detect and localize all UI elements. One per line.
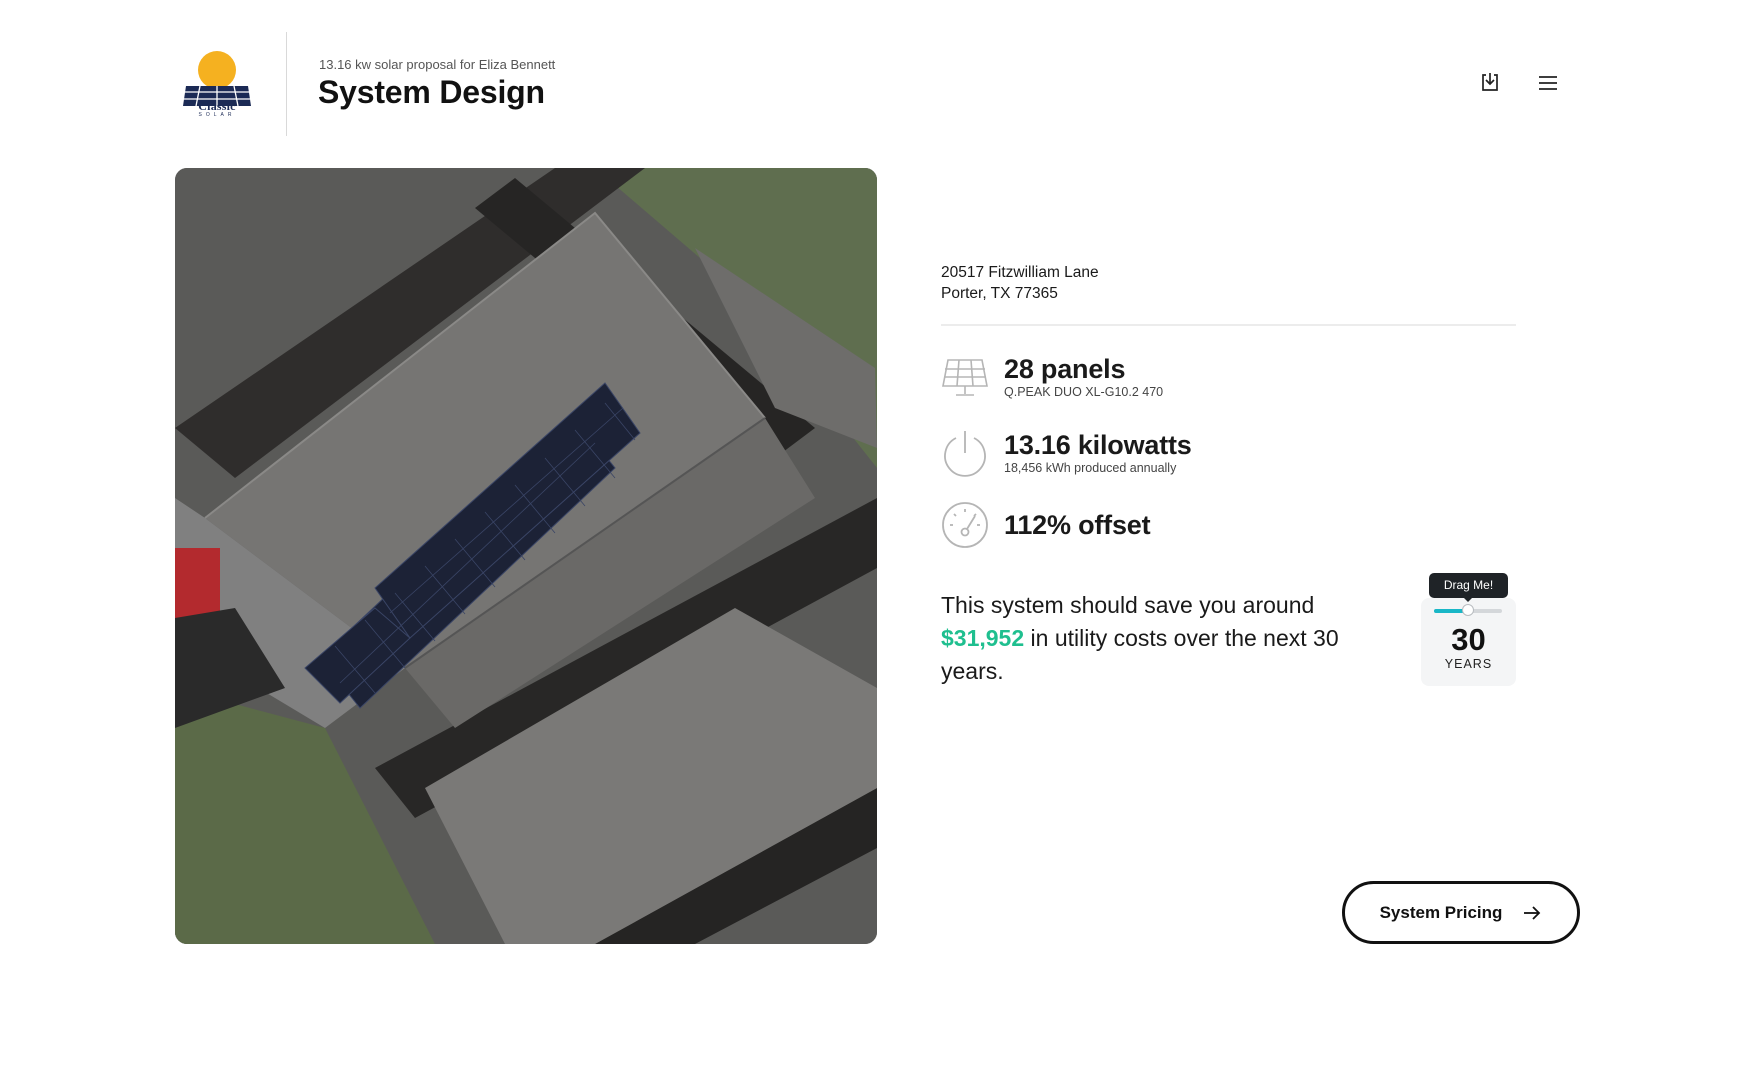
stat-offset: 112% offset: [940, 500, 1151, 550]
aerial-roof-image: [175, 168, 877, 944]
year-slider-thumb[interactable]: [1462, 604, 1474, 616]
offset-percent: 112% offset: [1004, 510, 1151, 540]
gauge-icon: [942, 502, 988, 548]
proposal-subtitle: 13.16 kw solar proposal for Eliza Bennet…: [319, 57, 556, 72]
stat-panels: 28 panels Q.PEAK DUO XL-G10.2 470: [940, 352, 1163, 402]
arrow-right-icon: [1522, 905, 1542, 921]
savings-statement: This system should save you around $31,9…: [941, 589, 1381, 688]
savings-prefix: This system should save you around: [941, 592, 1315, 618]
header-divider: [286, 32, 287, 136]
hamburger-menu-icon: [1539, 76, 1557, 90]
info-divider: [941, 324, 1516, 326]
address-line-2: Porter, TX 77365: [941, 285, 1058, 302]
annual-production: 18,456 kWh produced annually: [1004, 461, 1177, 475]
system-pricing-label: System Pricing: [1379, 902, 1503, 922]
company-logo: Classic SOLAR: [178, 48, 256, 120]
logo-subtext: SOLAR: [198, 112, 236, 118]
download-button[interactable]: [1474, 66, 1506, 98]
year-value: 30: [1451, 622, 1486, 657]
system-pricing-button[interactable]: System Pricing: [1342, 881, 1580, 944]
power-icon: [944, 431, 986, 477]
year-unit: YEARS: [1444, 657, 1493, 671]
stat-power: 13.16 kilowatts 18,456 kWh produced annu…: [940, 428, 1192, 478]
menu-button[interactable]: [1532, 67, 1564, 99]
address-line-1: 20517 Fitzwilliam Lane: [941, 264, 1099, 281]
page-title: System Design: [318, 74, 545, 110]
property-address: 20517 Fitzwilliam Lane Porter, TX 77365: [941, 262, 1099, 304]
system-size: 13.16 kilowatts: [1004, 430, 1192, 460]
panel-model: Q.PEAK DUO XL-G10.2 470: [1004, 385, 1164, 399]
savings-amount: $31,952: [941, 625, 1025, 651]
solar-panel-icon: [942, 359, 988, 396]
panel-count: 28 panels: [1004, 354, 1126, 384]
satellite-roof-view: [175, 168, 877, 944]
tooltip-arrow: [1463, 597, 1473, 602]
download-icon: [1482, 73, 1498, 91]
drag-tooltip: Drag Me!: [1429, 573, 1508, 598]
